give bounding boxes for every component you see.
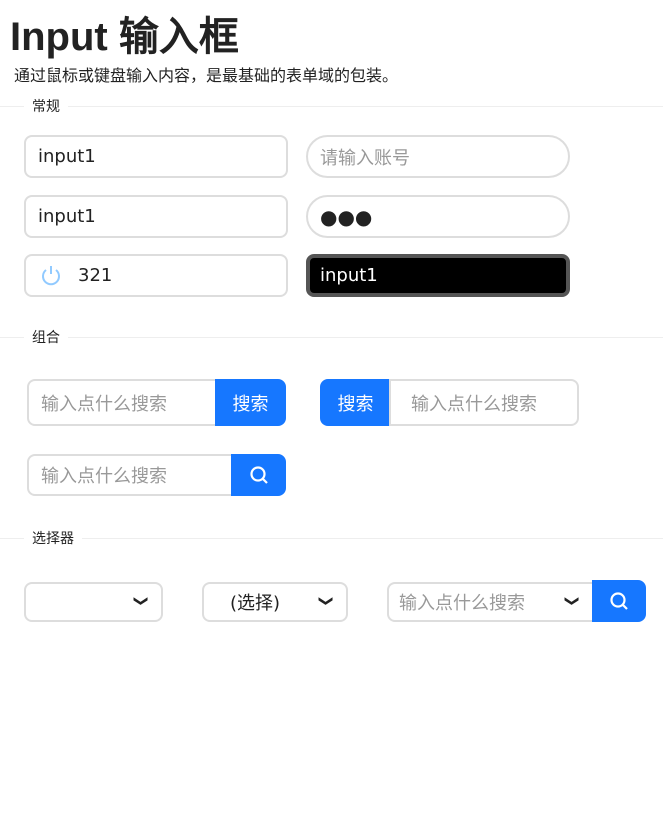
input-placeholder: 请输入账号 bbox=[320, 147, 410, 169]
section-title: 常规 bbox=[24, 96, 68, 116]
input-value: input1 bbox=[320, 265, 378, 286]
input-value: input1 bbox=[38, 206, 96, 227]
section-divider-basic: 常规 bbox=[0, 96, 663, 116]
input-value: input1 bbox=[38, 146, 96, 167]
section-divider-group: 组合 bbox=[0, 327, 663, 347]
number-input[interactable]: 321 bbox=[24, 254, 288, 297]
dark-input[interactable]: input1 bbox=[306, 254, 570, 297]
text-input-2[interactable]: input1 bbox=[24, 195, 288, 238]
password-mask: ●●● bbox=[320, 204, 373, 229]
search-icon bbox=[249, 466, 268, 484]
input-value: 321 bbox=[78, 265, 113, 286]
select-placeholder: 输入点什么搜索 bbox=[399, 593, 525, 614]
chevron-down-icon: ❯ bbox=[318, 595, 335, 607]
password-input[interactable]: ●●● bbox=[306, 195, 570, 238]
select-2[interactable]: (选择) ❯ bbox=[202, 582, 348, 622]
search-button[interactable]: 搜索 bbox=[215, 379, 286, 426]
power-icon bbox=[42, 265, 60, 285]
search-input[interactable]: 输入点什么搜索 bbox=[27, 379, 217, 426]
search-select[interactable]: 输入点什么搜索 ❯ bbox=[387, 582, 594, 622]
section-title: 组合 bbox=[24, 327, 68, 347]
select-value: (选择) bbox=[230, 593, 281, 614]
chevron-down-icon: ❯ bbox=[133, 595, 150, 607]
page-title: Input 输入框 bbox=[10, 15, 239, 59]
text-input[interactable]: input1 bbox=[24, 135, 288, 178]
search-icon bbox=[610, 592, 628, 610]
select-search-button[interactable] bbox=[592, 580, 646, 622]
search-input-3[interactable]: 输入点什么搜索 bbox=[27, 454, 233, 496]
search-input-2[interactable]: 输入点什么搜索 bbox=[389, 379, 579, 426]
section-title: 选择器 bbox=[24, 528, 82, 548]
select-1[interactable]: ❯ bbox=[24, 582, 163, 622]
input-placeholder: 输入点什么搜索 bbox=[41, 393, 167, 415]
input-placeholder: 输入点什么搜索 bbox=[411, 393, 537, 415]
search-button-prefix[interactable]: 搜索 bbox=[320, 379, 391, 426]
section-divider-select: 选择器 bbox=[0, 528, 663, 548]
search-icon-button[interactable] bbox=[231, 454, 286, 496]
chevron-down-icon: ❯ bbox=[564, 595, 581, 607]
account-input[interactable]: 请输入账号 bbox=[306, 135, 570, 178]
input-placeholder: 输入点什么搜索 bbox=[41, 466, 167, 487]
page-subtitle: 通过鼠标或键盘输入内容，是最基础的表单域的包装。 bbox=[14, 66, 399, 85]
